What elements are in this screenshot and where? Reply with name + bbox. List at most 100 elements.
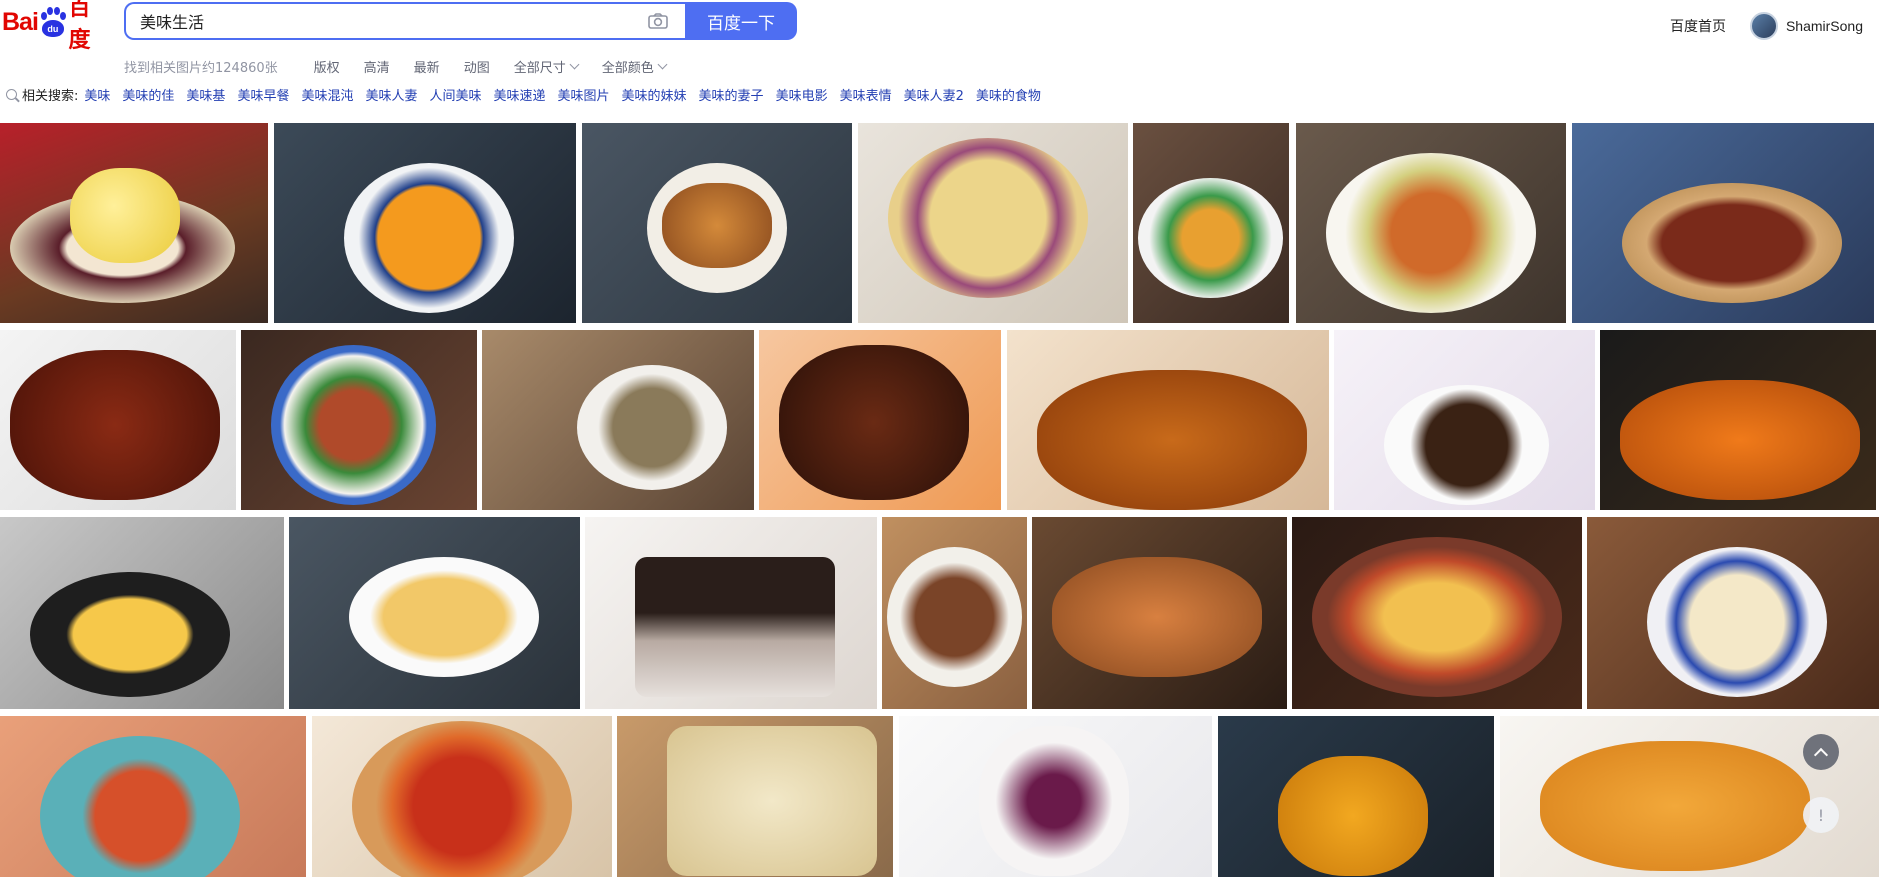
filter-hd-label: 高清 (363, 60, 390, 76)
camera-icon[interactable] (648, 13, 668, 29)
image-tile[interactable] (0, 716, 306, 877)
food-graphic (1278, 756, 1428, 876)
plate-graphic (1384, 385, 1549, 505)
image-tile[interactable] (0, 517, 284, 709)
food-graphic (779, 345, 969, 500)
related-link[interactable]: 美味混沌 (301, 85, 353, 104)
image-tile[interactable] (1218, 716, 1494, 877)
image-tile[interactable] (241, 330, 477, 510)
plate-graphic (271, 345, 436, 505)
filter-animated-label: 动图 (463, 60, 490, 76)
plate-graphic (1647, 547, 1827, 697)
image-tile[interactable] (882, 517, 1027, 709)
related-link[interactable]: 美味人妻 (365, 85, 417, 104)
filter-copyright-label: 版权 (313, 60, 340, 76)
image-tile[interactable] (482, 330, 754, 510)
image-tile[interactable] (1572, 123, 1874, 323)
filter-color-dropdown[interactable]: 全部颜色 (601, 57, 668, 76)
food-graphic (10, 350, 220, 500)
exclamation-icon: ! (1817, 805, 1825, 825)
related-link[interactable]: 美味电影 (776, 85, 828, 104)
image-tile[interactable] (582, 123, 852, 323)
related-link[interactable]: 美味的佳 (122, 85, 174, 104)
filter-color-label: 全部颜色 (601, 60, 654, 76)
image-tile[interactable] (274, 123, 576, 323)
baidu-home-link[interactable]: 百度首页 (1670, 16, 1726, 36)
image-tile[interactable] (1007, 330, 1329, 510)
food-graphic (1620, 380, 1860, 500)
filter-copyright[interactable]: 版权 (314, 57, 340, 76)
image-tile[interactable] (312, 716, 612, 877)
plate-graphic (887, 547, 1022, 687)
search-button[interactable]: 百度一下 (685, 2, 797, 40)
feedback-button[interactable]: ! (1803, 797, 1839, 833)
food-graphic (70, 168, 180, 263)
image-tile[interactable] (617, 716, 893, 877)
image-tile[interactable] (1600, 330, 1876, 510)
logo-baidu-cn: 百度 (68, 0, 91, 53)
related-link[interactable]: 美味图片 (558, 85, 610, 104)
plate-graphic (1326, 153, 1536, 313)
chevron-down-icon (569, 59, 580, 69)
food-graphic (888, 138, 1088, 298)
plate-graphic (30, 572, 230, 697)
filter-bar: 找到相关图片约124860张 版权 高清 最新 动图 全部尺寸 全部颜色 (124, 56, 690, 76)
plate-graphic (352, 721, 572, 877)
related-label: 相关搜索: (22, 88, 79, 104)
image-tile[interactable] (289, 517, 580, 709)
search-input[interactable] (140, 4, 620, 38)
plate-graphic (1138, 178, 1283, 298)
image-tile[interactable] (1292, 517, 1582, 709)
filter-size-label: 全部尺寸 (513, 60, 566, 76)
image-tile[interactable] (899, 716, 1212, 877)
filter-animated[interactable]: 动图 (464, 57, 490, 76)
food-graphic (1052, 557, 1262, 677)
related-link[interactable]: 美味基 (186, 85, 225, 104)
result-count: 找到相关图片约124860张 (124, 60, 278, 76)
filter-latest-label: 最新 (413, 60, 440, 76)
plate-graphic (1622, 183, 1842, 303)
image-tile[interactable] (1296, 123, 1566, 323)
chevron-up-icon (1813, 747, 1829, 762)
image-tile[interactable] (0, 123, 268, 323)
food-graphic (1037, 370, 1307, 510)
image-tile[interactable] (0, 330, 236, 510)
plate-graphic (1312, 537, 1562, 697)
food-graphic (667, 726, 877, 876)
image-tile[interactable] (1032, 517, 1287, 709)
search-box (124, 2, 686, 40)
filter-hd[interactable]: 高清 (364, 57, 390, 76)
related-link[interactable]: 美味人妻2 (904, 85, 964, 104)
image-tile[interactable] (858, 123, 1128, 323)
avatar[interactable] (1749, 12, 1778, 40)
related-link[interactable]: 美味的食物 (976, 85, 1041, 104)
related-link[interactable]: 美味的妹妹 (622, 85, 687, 104)
plate-graphic (577, 365, 727, 490)
food-graphic (662, 183, 772, 268)
image-tile[interactable] (759, 330, 1001, 510)
related-link[interactable]: 美味早餐 (237, 85, 289, 104)
top-right-nav: 百度首页 ShamirSong (1670, 12, 1863, 40)
baidu-logo[interactable]: Bai du 百度 (2, 0, 110, 53)
chevron-down-icon (657, 59, 668, 69)
related-link[interactable]: 美味表情 (840, 85, 892, 104)
filter-latest[interactable]: 最新 (414, 57, 440, 76)
filter-size-dropdown[interactable]: 全部尺寸 (513, 57, 580, 76)
food-graphic (979, 726, 1129, 876)
food-graphic (1540, 741, 1810, 871)
related-link[interactable]: 美味速递 (494, 85, 546, 104)
image-tile[interactable] (1133, 123, 1289, 323)
related-link[interactable]: 人间美味 (429, 85, 481, 104)
image-tile[interactable] (1334, 330, 1595, 510)
back-to-top-button[interactable] (1803, 734, 1839, 770)
related-searches: 相关搜索: 美味 美味的佳 美味基 美味早餐 美味混沌 美味人妻 人间美味 美味… (6, 85, 1053, 104)
image-tile[interactable] (585, 517, 877, 709)
related-link[interactable]: 美味的妻子 (699, 85, 764, 104)
plate-graphic (40, 736, 240, 877)
related-link[interactable]: 美味 (84, 85, 110, 104)
logo-bai-text: Bai (2, 7, 39, 36)
user-name[interactable]: ShamirSong (1786, 18, 1863, 34)
plate-graphic (349, 557, 539, 677)
plate-graphic (344, 163, 514, 313)
image-tile[interactable] (1587, 517, 1879, 709)
